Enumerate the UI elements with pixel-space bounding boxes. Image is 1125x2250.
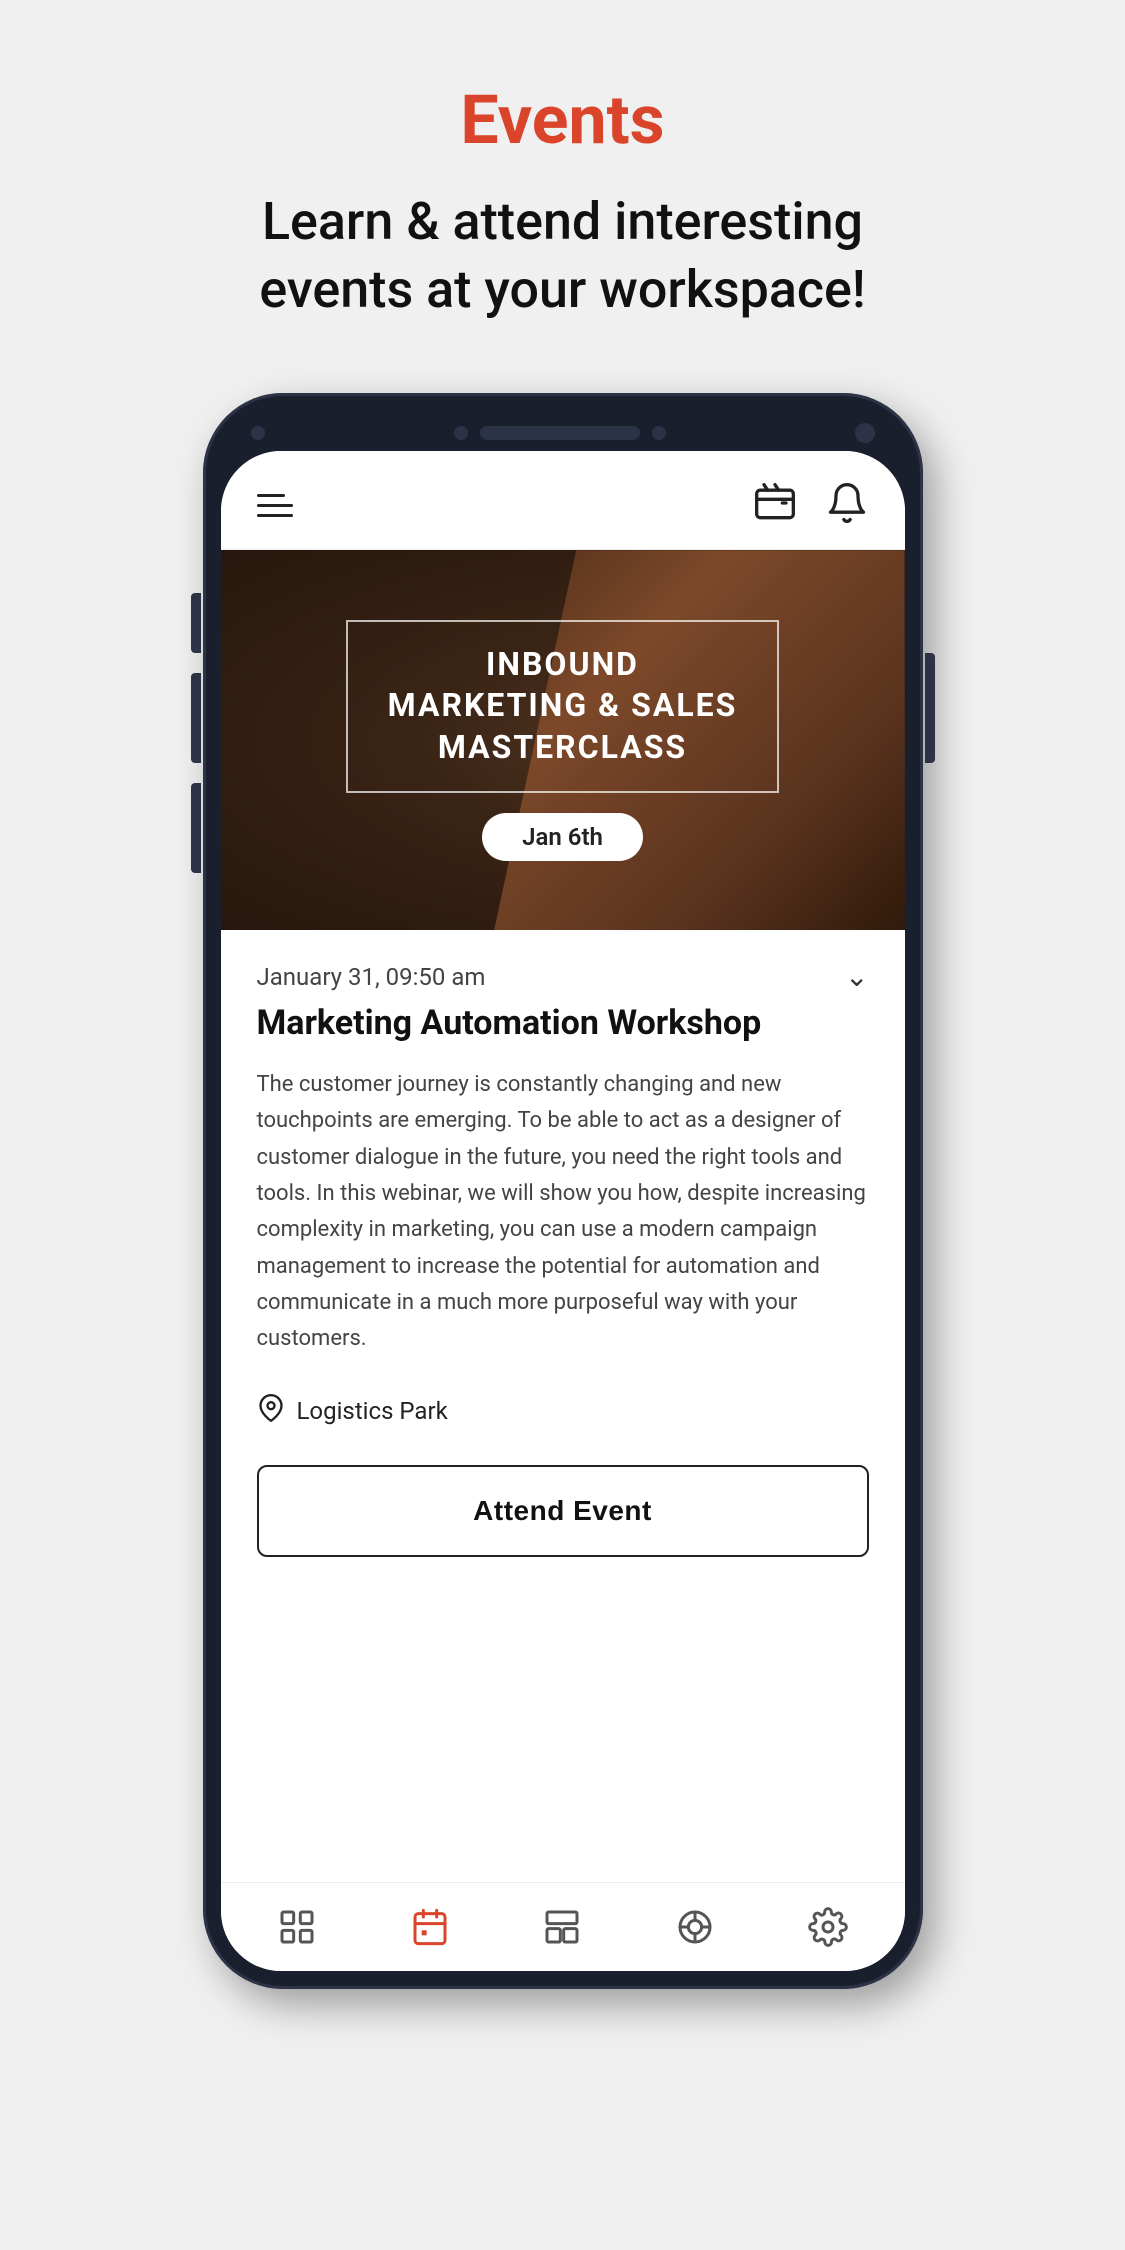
lock-button [925,653,935,763]
page-subtitle: Learn & attend interesting events at you… [213,188,913,323]
phone-camera-front [454,426,468,440]
hamburger-line-1 [257,494,285,497]
location-pin-icon [257,1394,285,1429]
phone-container: INBOUNDMARKETING & SALESMASTERCLASS Jan … [203,393,923,1989]
support-icon [673,1905,717,1949]
nav-item-calendar[interactable] [408,1905,452,1949]
event-location: Logistics Park [257,1394,869,1429]
phone-speaker [480,426,640,440]
event-details: January 31, 09:50 am ⌄ Marketing Automat… [221,930,905,1882]
phone-dot-left [251,426,265,440]
event-description: The customer journey is constantly chang… [257,1067,869,1357]
settings-icon [806,1905,850,1949]
phone-top-center [454,426,666,440]
nav-item-workspace[interactable] [540,1905,584,1949]
phone-camera-right [855,423,875,443]
page-wrapper: Events Learn & attend interesting events… [0,0,1125,2250]
nav-item-home[interactable] [275,1905,319,1949]
hamburger-menu[interactable] [257,494,293,517]
banner-title: INBOUNDMARKETING & SALESMASTERCLASS [388,644,738,769]
calendar-icon [408,1905,452,1949]
wallet-icon[interactable] [753,481,797,529]
page-title: Events [460,80,664,160]
attend-event-button[interactable]: Attend Event [257,1465,869,1557]
workspace-icon [540,1905,584,1949]
power-button [191,593,201,653]
home-icon [275,1905,319,1949]
bottom-nav [221,1882,905,1971]
hamburger-line-3 [257,514,293,517]
location-name: Logistics Park [297,1397,448,1425]
header-right [753,481,869,529]
event-title: Marketing Automation Workshop [257,1003,869,1043]
hamburger-line-2 [257,504,293,507]
event-meta: January 31, 09:50 am ⌄ [257,960,869,993]
event-banner: INBOUNDMARKETING & SALESMASTERCLASS Jan … [221,550,905,930]
volume-down-button [191,783,201,873]
phone-shell: INBOUNDMARKETING & SALESMASTERCLASS Jan … [203,393,923,1989]
banner-date-pill: Jan 6th [482,813,643,861]
app-header [221,451,905,550]
nav-item-support[interactable] [673,1905,717,1949]
nav-item-settings[interactable] [806,1905,850,1949]
phone-side-left [191,593,201,873]
chevron-down-icon[interactable]: ⌄ [845,960,868,993]
banner-content: INBOUNDMARKETING & SALESMASTERCLASS Jan … [221,550,905,930]
phone-top-bar [221,423,905,443]
event-datetime: January 31, 09:50 am [257,963,486,991]
phone-dot-right [652,426,666,440]
phone-screen: INBOUNDMARKETING & SALESMASTERCLASS Jan … [221,451,905,1971]
bell-icon[interactable] [825,481,869,529]
banner-box: INBOUNDMARKETING & SALESMASTERCLASS [346,620,780,793]
volume-up-button [191,673,201,763]
phone-side-right [925,653,935,763]
